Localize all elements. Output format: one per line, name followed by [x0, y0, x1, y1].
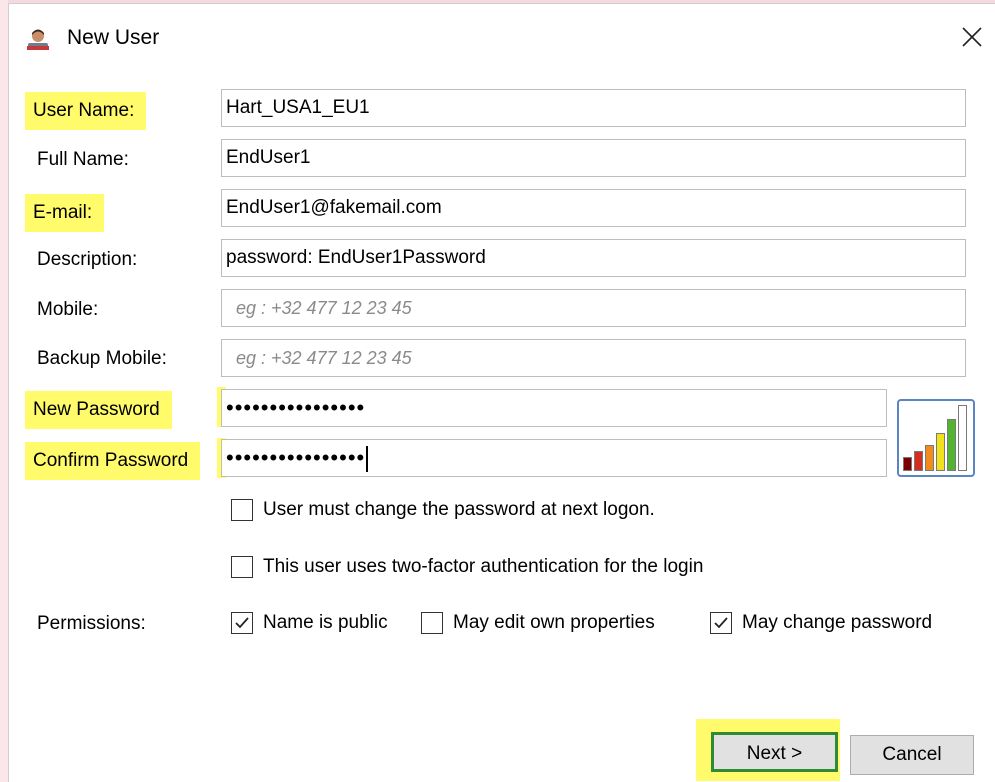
fullname-input[interactable]: EndUser1 — [221, 139, 966, 177]
close-icon — [962, 27, 982, 47]
email-label: E-mail: — [25, 194, 105, 232]
confirm-password-input[interactable]: •••••••••••••••• — [221, 439, 887, 477]
title-bar: New User — [9, 4, 995, 68]
edit-own-checkbox-box — [421, 612, 443, 634]
fullname-label: Full Name: — [37, 149, 129, 170]
two-factor-label: This user uses two-factor authentication… — [263, 556, 704, 577]
cancel-button[interactable]: Cancel — [850, 735, 974, 775]
strength-bar-5 — [947, 419, 956, 471]
strength-bar-1 — [903, 457, 912, 471]
new-password-label: New Password — [25, 391, 172, 429]
name-public-label: Name is public — [263, 612, 388, 633]
confirm-password-value: •••••••••••••••• — [226, 445, 366, 470]
change-password-checkbox-box — [710, 612, 732, 634]
edit-own-properties-checkbox[interactable]: May edit own properties — [421, 612, 655, 634]
confirm-password-label: Confirm Password — [25, 442, 201, 480]
password-strength-icon — [897, 399, 975, 477]
new-password-value: •••••••••••••••• — [226, 395, 366, 420]
edit-own-label: May edit own properties — [453, 612, 655, 633]
checkmark-icon — [714, 617, 728, 629]
strength-bar-2 — [914, 451, 923, 471]
mobile-input[interactable]: eg : +32 477 12 23 45 — [221, 289, 966, 327]
name-public-checkbox[interactable]: Name is public — [231, 612, 388, 634]
new-user-dialog: New User User Name: Full Name: E-mail: D… — [8, 3, 995, 782]
description-input[interactable]: password: EndUser1Password — [221, 239, 966, 277]
backup-mobile-input[interactable]: eg : +32 477 12 23 45 — [221, 339, 966, 377]
mobile-label: Mobile: — [37, 299, 99, 320]
background-edge-left — [0, 0, 8, 782]
username-label: User Name: — [25, 92, 147, 130]
change-password-label: May change password — [742, 612, 933, 633]
strength-bar-3 — [925, 445, 934, 471]
username-input[interactable]: Hart_USA1_EU1 — [221, 89, 966, 127]
text-caret — [366, 446, 369, 473]
strength-bar-6 — [958, 405, 967, 471]
description-label: Description: — [37, 249, 138, 270]
backup-mobile-label: Backup Mobile: — [37, 348, 167, 369]
close-button[interactable] — [949, 18, 995, 58]
permissions-label: Permissions: — [37, 613, 146, 634]
new-password-input[interactable]: •••••••••••••••• — [221, 389, 887, 427]
must-change-label: User must change the password at next lo… — [263, 499, 655, 520]
checkmark-icon — [235, 617, 249, 629]
two-factor-checkbox[interactable]: This user uses two-factor authentication… — [231, 556, 703, 578]
strength-bar-4 — [936, 433, 945, 471]
user-icon — [25, 26, 51, 52]
two-factor-checkbox-box — [231, 556, 253, 578]
next-button[interactable]: Next > — [711, 732, 838, 772]
change-password-checkbox[interactable]: May change password — [710, 612, 932, 634]
name-public-checkbox-box — [231, 612, 253, 634]
must-change-password-checkbox[interactable]: User must change the password at next lo… — [231, 499, 655, 521]
must-change-checkbox-box — [231, 499, 253, 521]
dialog-title: New User — [67, 26, 160, 49]
email-input[interactable]: EndUser1@fakemail.com — [221, 189, 966, 227]
